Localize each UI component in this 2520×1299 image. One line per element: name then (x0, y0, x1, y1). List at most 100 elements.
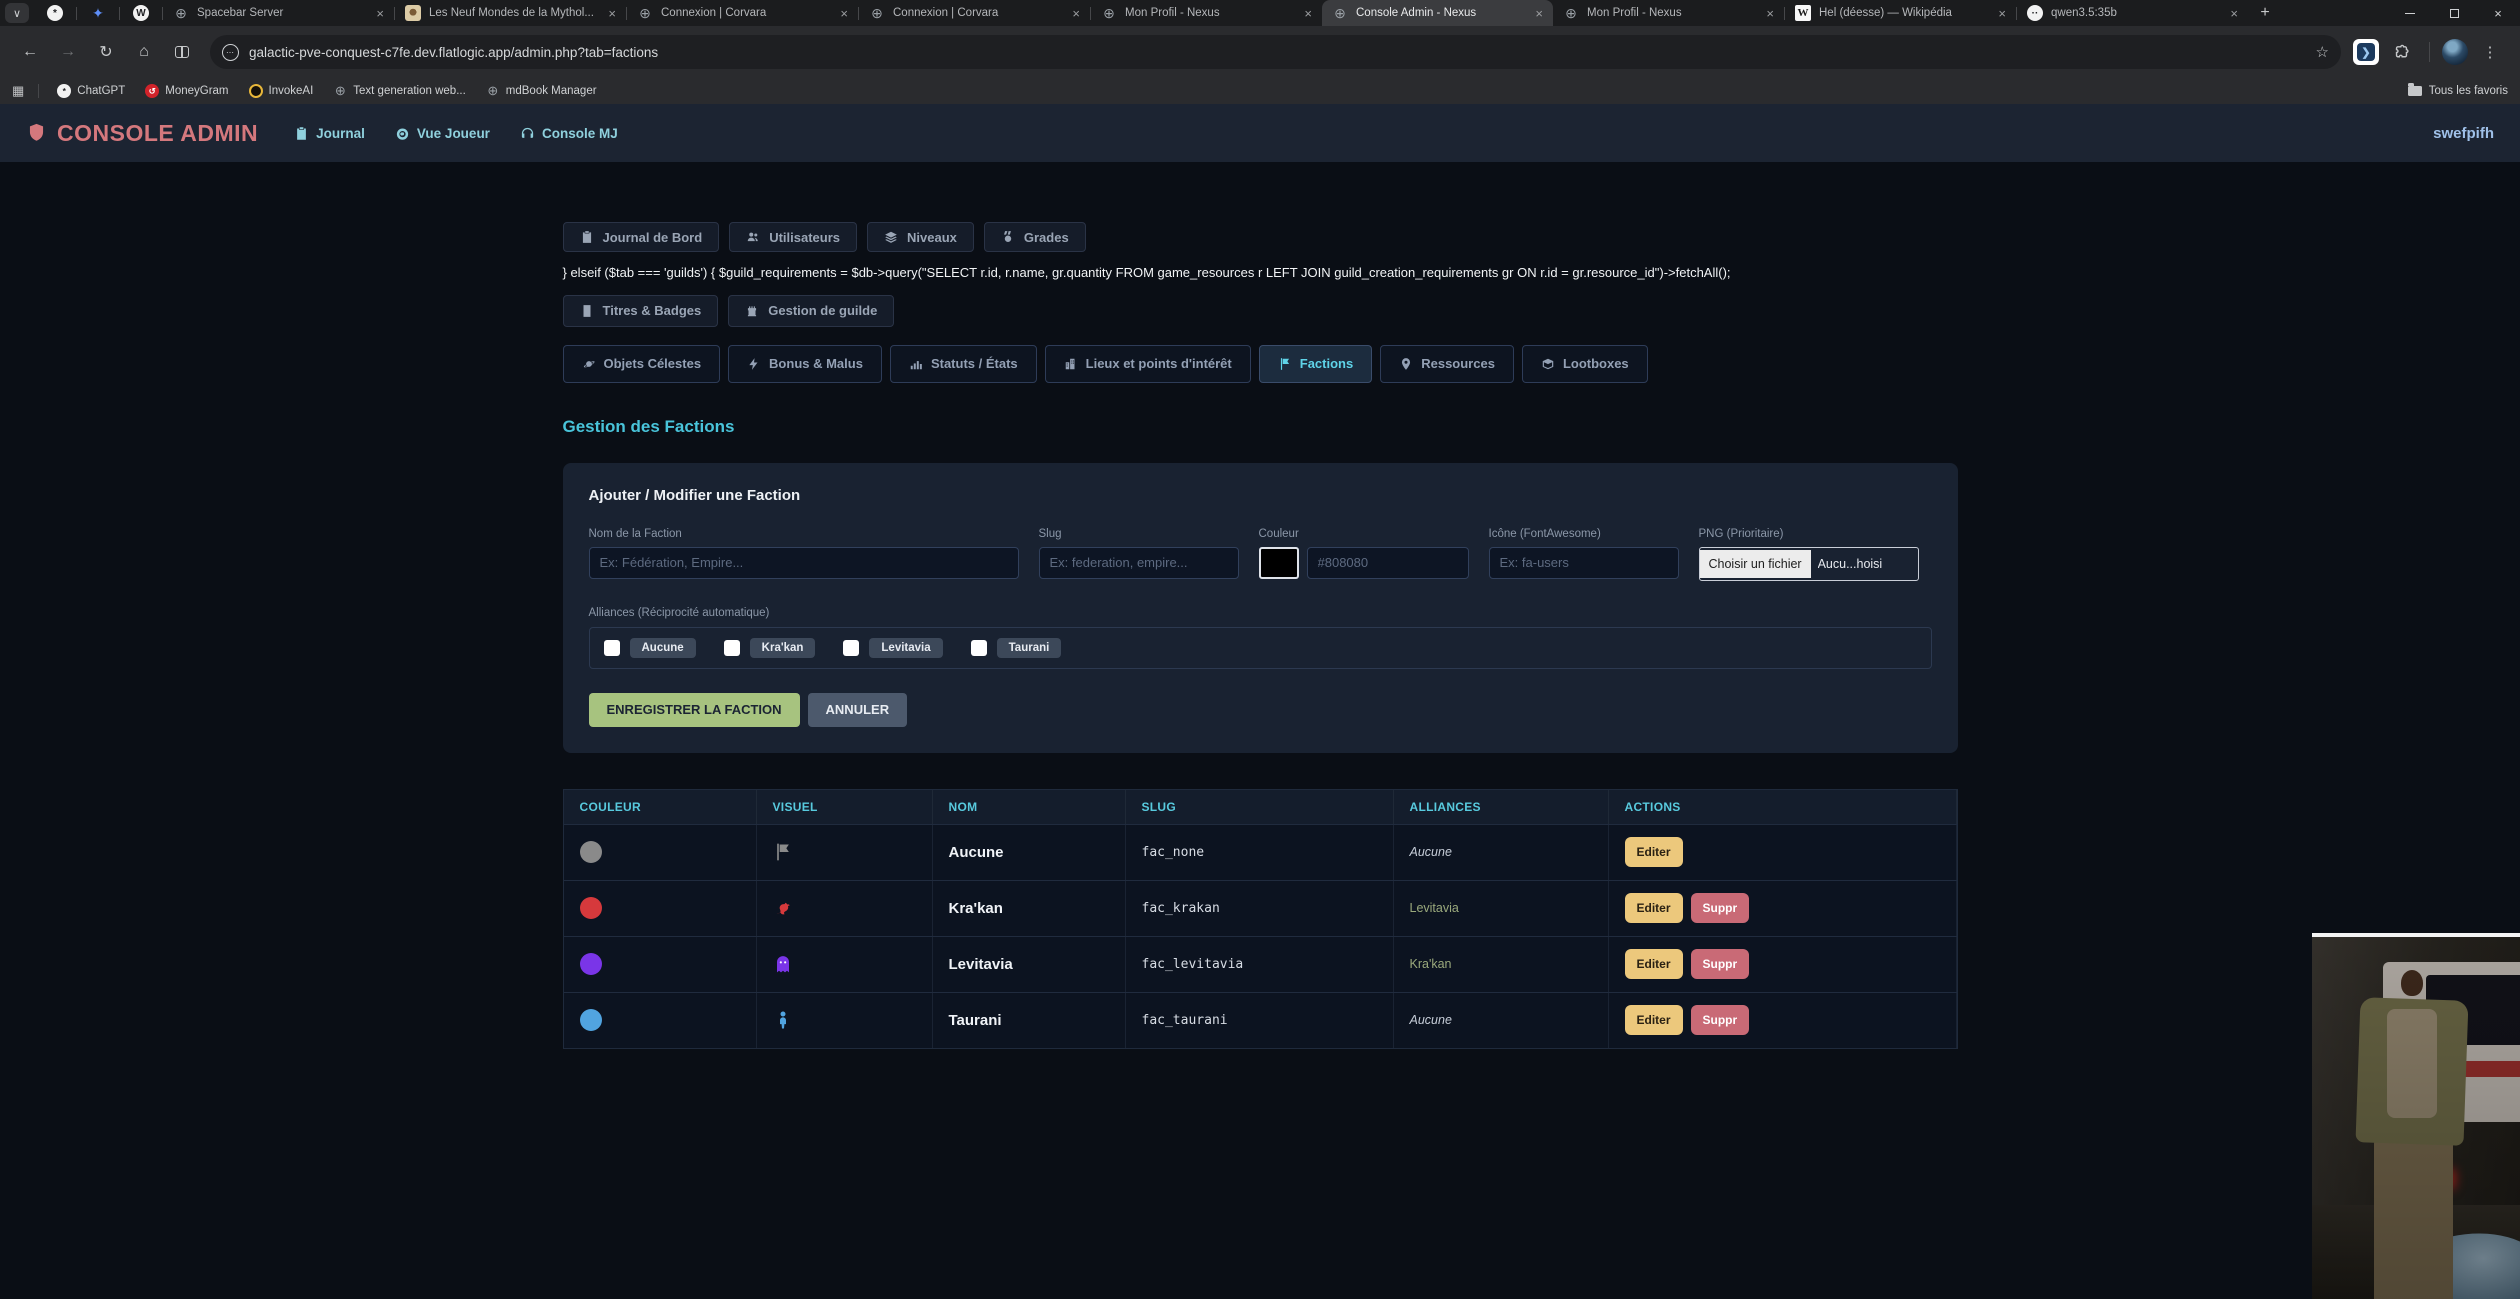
bookmark-label: Text generation web... (353, 85, 466, 97)
tab-connexion-corvara-2[interactable]: ⊕ Connexion | Corvara × (859, 0, 1090, 26)
home-button[interactable]: ⌂ (128, 36, 160, 68)
checkbox-label[interactable]: Levitavia (869, 638, 942, 658)
tab-mon-profil-1[interactable]: ⊕ Mon Profil - Nexus × (1091, 0, 1322, 26)
back-button[interactable]: ← (14, 36, 46, 68)
close-icon[interactable]: × (1070, 6, 1082, 21)
close-icon[interactable]: × (1764, 6, 1776, 21)
grades-button[interactable]: Grades (984, 222, 1086, 252)
niveaux-button[interactable]: Niveaux (867, 222, 974, 252)
site-info-icon[interactable]: ⋯ (222, 44, 239, 61)
tab-lootboxes[interactable]: Lootboxes (1522, 345, 1648, 383)
pinned-tab-gemini[interactable]: ✦ (77, 0, 119, 26)
utilisateurs-button[interactable]: Utilisateurs (729, 222, 857, 252)
edit-button[interactable]: Editer (1625, 837, 1683, 867)
checkbox-label[interactable]: Aucune (630, 638, 696, 658)
person-icon (773, 1010, 793, 1030)
tab-factions-active[interactable]: Factions (1259, 345, 1372, 383)
tab-mythologie[interactable]: Les Neuf Mondes de la Mythol... × (395, 0, 626, 26)
tab-qwen[interactable]: ·· qwen3.5:35b × (2017, 0, 2248, 26)
profile-avatar[interactable] (2442, 39, 2468, 65)
file-input[interactable]: Choisir un fichier Aucu...hoisi (1699, 547, 1919, 581)
tab-lieux-poi[interactable]: Lieux et points d'intérêt (1045, 345, 1251, 383)
tab-statuts-etats[interactable]: Statuts / États (890, 345, 1037, 383)
tab-connexion-corvara-1[interactable]: ⊕ Connexion | Corvara × (627, 0, 858, 26)
nav-console-mj[interactable]: Console MJ (520, 126, 618, 141)
close-icon[interactable]: × (1533, 6, 1545, 21)
address-bar[interactable]: ⋯ galactic-pve-conquest-c7fe.dev.flatlog… (210, 35, 2341, 69)
copilot-extension-button[interactable]: ❯ (2353, 39, 2379, 65)
nav-journal[interactable]: Journal (294, 126, 365, 141)
tab-objets-celestes[interactable]: Objets Célestes (563, 345, 721, 383)
delete-button[interactable]: Suppr (1691, 893, 1750, 923)
split-screen-button[interactable] (166, 36, 198, 68)
invokeai-icon (249, 84, 263, 98)
browser-toolbar: ← → ↻ ⌂ ⋯ galactic-pve-conquest-c7fe.dev… (0, 26, 2520, 78)
pip-video[interactable] (2312, 933, 2520, 1299)
maximize-button[interactable] (2432, 0, 2476, 26)
pinned-tab-wordpress[interactable]: W (120, 0, 162, 26)
apps-grid-icon[interactable]: ▦ (12, 83, 24, 99)
checkbox-krakan[interactable] (724, 640, 740, 656)
split-screen-icon (175, 46, 189, 58)
checkbox-taurani[interactable] (971, 640, 987, 656)
all-favorites-button[interactable]: Tous les favoris (2408, 85, 2508, 97)
refresh-button[interactable]: ↻ (90, 36, 122, 68)
minimize-button[interactable] (2388, 0, 2432, 26)
edit-button[interactable]: Editer (1625, 1005, 1683, 1035)
column-header: ALLIANCES (1394, 790, 1609, 824)
checkbox-label[interactable]: Taurani (997, 638, 1062, 658)
checkbox-label[interactable]: Kra'kan (750, 638, 816, 658)
edit-button[interactable]: Editer (1625, 893, 1683, 923)
field-icon: Icône (FontAwesome) (1489, 528, 1679, 581)
tab-wikipedia-hel[interactable]: W Hel (déesse) — Wikipédia × (1785, 0, 2016, 26)
color-swatch[interactable] (1259, 547, 1299, 579)
shield-icon (26, 121, 47, 145)
bookmark-chatgpt[interactable]: * ChatGPT (49, 81, 133, 101)
close-icon[interactable]: × (838, 6, 850, 21)
map-marker-icon (1399, 357, 1413, 371)
tab-bonus-malus[interactable]: Bonus & Malus (728, 345, 882, 383)
bookmark-mdbook[interactable]: ⊕ mdBook Manager (478, 81, 605, 101)
bookmark-star-icon[interactable]: ☆ (2316, 43, 2329, 61)
tab-ressources[interactable]: Ressources (1380, 345, 1514, 383)
delete-button[interactable]: Suppr (1691, 1005, 1750, 1035)
browser-menu-button[interactable]: ⋮ (2474, 36, 2506, 68)
edit-button[interactable]: Editer (1625, 949, 1683, 979)
faction-name-input[interactable] (589, 547, 1019, 579)
journal-de-bord-button[interactable]: Journal de Bord (563, 222, 720, 252)
site-nav: Journal Vue Joueur Console MJ (294, 126, 618, 141)
forward-button[interactable]: → (52, 36, 84, 68)
url-text[interactable]: galactic-pve-conquest-c7fe.dev.flatlogic… (249, 45, 2316, 60)
close-window-button[interactable]: × (2476, 0, 2520, 26)
gestion-guilde-button[interactable]: Gestion de guilde (728, 295, 894, 327)
nav-vue-joueur[interactable]: Vue Joueur (395, 126, 490, 141)
bookmark-moneygram[interactable]: ↺ MoneyGram (137, 81, 236, 101)
checkbox-aucune[interactable] (604, 640, 620, 656)
tab-console-admin-active[interactable]: ⊕ Console Admin - Nexus × (1322, 0, 1553, 26)
close-icon[interactable]: × (1302, 6, 1314, 21)
bookmark-invokeai[interactable]: InvokeAI (241, 81, 322, 101)
medal-icon (1001, 230, 1015, 244)
delete-button[interactable]: Suppr (1691, 949, 1750, 979)
close-icon[interactable]: × (2228, 6, 2240, 21)
close-icon[interactable]: × (606, 6, 618, 21)
cancel-button[interactable]: ANNULER (808, 693, 908, 727)
tab-search-button[interactable]: ∨ (0, 0, 34, 26)
titres-badges-button[interactable]: Titres & Badges (563, 295, 719, 327)
tab-spacebar-server[interactable]: ⊕ Spacebar Server × (163, 0, 394, 26)
save-faction-button[interactable]: ENREGISTRER LA FACTION (589, 693, 800, 727)
new-tab-button[interactable]: + (2248, 0, 2282, 26)
ollama-icon: ·· (2027, 5, 2043, 21)
close-icon[interactable]: × (374, 6, 386, 21)
faction-icon-input[interactable] (1489, 547, 1679, 579)
checkbox-levitavia[interactable] (843, 640, 859, 656)
pinned-tab-chatgpt[interactable]: * (34, 0, 76, 26)
faction-slug-input[interactable] (1039, 547, 1239, 579)
choose-file-button[interactable]: Choisir un fichier (1700, 550, 1811, 578)
faction-color-input[interactable] (1307, 547, 1469, 579)
bookmark-textgen[interactable]: ⊕ Text generation web... (325, 81, 474, 101)
close-icon[interactable]: × (1996, 6, 2008, 21)
brand: CONSOLE ADMIN (26, 120, 258, 147)
extensions-button[interactable] (2385, 36, 2417, 68)
tab-mon-profil-2[interactable]: ⊕ Mon Profil - Nexus × (1553, 0, 1784, 26)
